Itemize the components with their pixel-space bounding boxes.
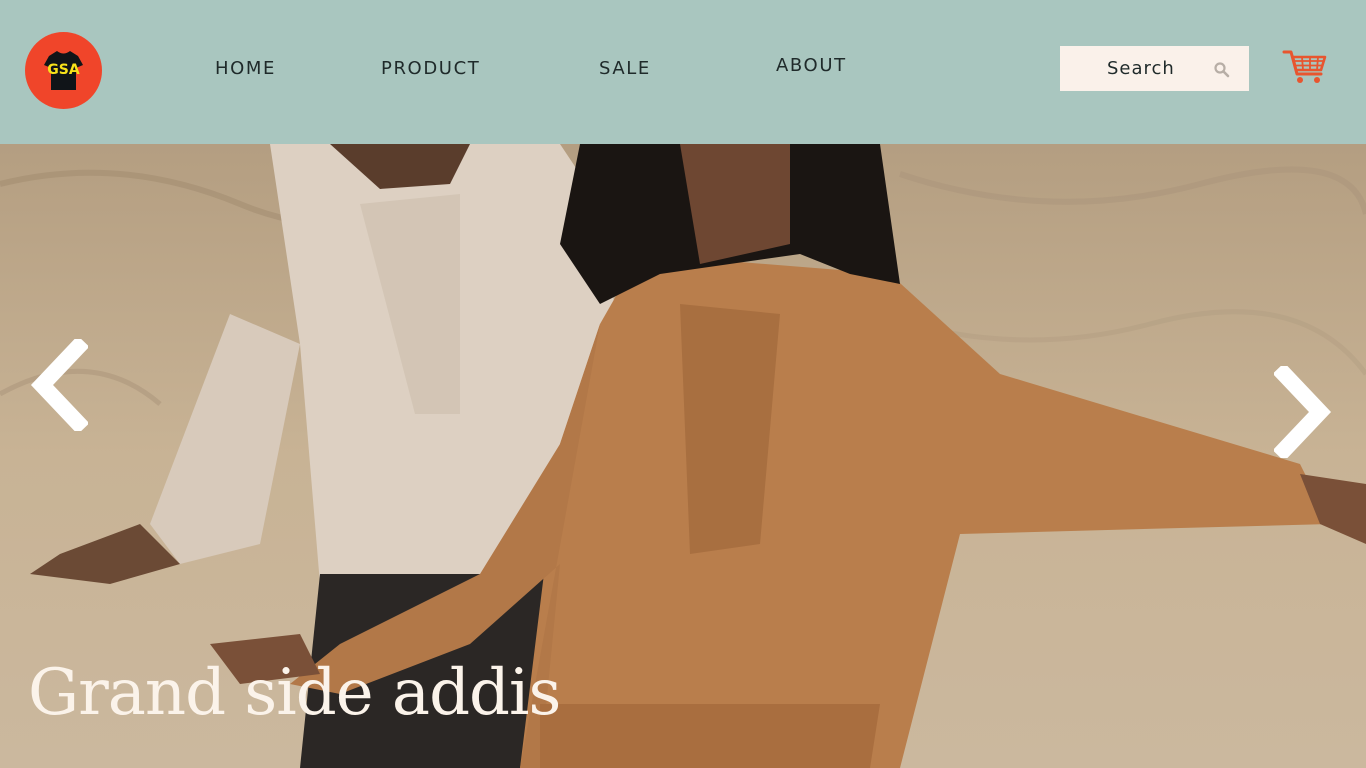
nav-home[interactable]: HOME	[215, 58, 276, 79]
nav-sale[interactable]: SALE	[599, 58, 651, 79]
cart-icon[interactable]	[1282, 48, 1328, 86]
search-input[interactable]: Search	[1060, 46, 1249, 91]
search-label: Search	[1107, 58, 1175, 79]
nav-about[interactable]: ABOUT	[776, 55, 847, 76]
chevron-left-icon[interactable]	[28, 339, 88, 431]
chevron-right-icon[interactable]	[1274, 366, 1334, 458]
logo-text: GSA	[47, 62, 80, 78]
hero-banner: Grand side addis	[0, 144, 1366, 768]
site-header: GSA HOME PRODUCT SALE ABOUT Search	[0, 0, 1366, 144]
nav-product[interactable]: PRODUCT	[381, 58, 480, 79]
hero-title: Grand side addis	[28, 656, 561, 730]
search-icon[interactable]	[1213, 61, 1231, 79]
brand-logo[interactable]: GSA	[25, 32, 102, 109]
